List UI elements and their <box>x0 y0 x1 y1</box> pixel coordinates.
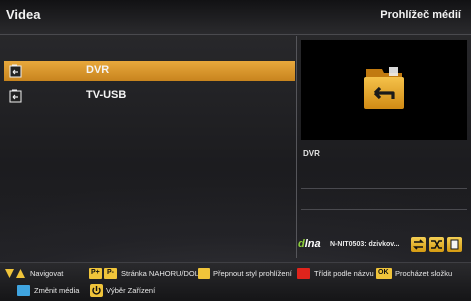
sort-name-label: Třídit podle názvu <box>314 269 374 278</box>
browse-folder-label: Procházet složku <box>395 269 453 278</box>
page-down-key: P- <box>104 268 117 279</box>
page-title: Videa <box>6 7 41 22</box>
storage-folder-icon <box>9 64 22 78</box>
selected-device-name: DVR <box>303 149 320 158</box>
device-select-label: Výběr Zařízení <box>106 286 156 295</box>
stop-icon[interactable] <box>447 237 462 252</box>
dlna-server-info: N-NIT0503: dzivkov... <box>330 241 400 248</box>
section-title: Prohlížeč médií <box>380 9 461 21</box>
page-up-key: P+ <box>89 268 102 279</box>
yellow-key <box>198 268 210 279</box>
ok-key: OK <box>376 268 392 279</box>
header-bar: Videa Prohlížeč médií <box>0 0 471 35</box>
device-list: DVR TV-USB <box>4 61 295 111</box>
power-icon <box>90 284 103 297</box>
panel-divider <box>296 36 297 258</box>
folder-back-icon <box>364 67 404 109</box>
preview-panel <box>301 40 467 140</box>
list-item-dvr[interactable]: DVR <box>4 61 295 81</box>
page-updown-label: Stránka NAHORU/DOLŮ <box>121 269 205 278</box>
view-style-label: Přepnout styl prohlížení <box>213 269 292 278</box>
up-down-arrows-icon <box>5 269 25 278</box>
media-browser-screen: Videa Prohlížeč médií DVR TV-USB DVR dln… <box>0 0 471 301</box>
list-item-label: TV-USB <box>86 89 127 101</box>
dlna-status-bar: dlna N-NIT0503: dzivkov... <box>298 234 470 256</box>
storage-folder-icon <box>9 89 22 103</box>
blue-key <box>17 285 30 296</box>
list-item-label: DVR <box>86 64 110 76</box>
dlna-logo: dlna <box>298 238 321 250</box>
change-media-label: Změnit média <box>34 286 80 295</box>
red-key <box>297 268 310 279</box>
navigate-label: Navigovat <box>30 269 64 278</box>
key-legend: Navigovat P+ P- Stránka NAHORU/DOLŮ Přep… <box>0 262 471 301</box>
repeat-icon[interactable] <box>411 237 426 252</box>
list-item-tv-usb[interactable]: TV-USB <box>4 86 295 106</box>
info-divider <box>301 209 467 210</box>
shuffle-icon[interactable] <box>429 237 444 252</box>
info-divider <box>301 188 467 189</box>
